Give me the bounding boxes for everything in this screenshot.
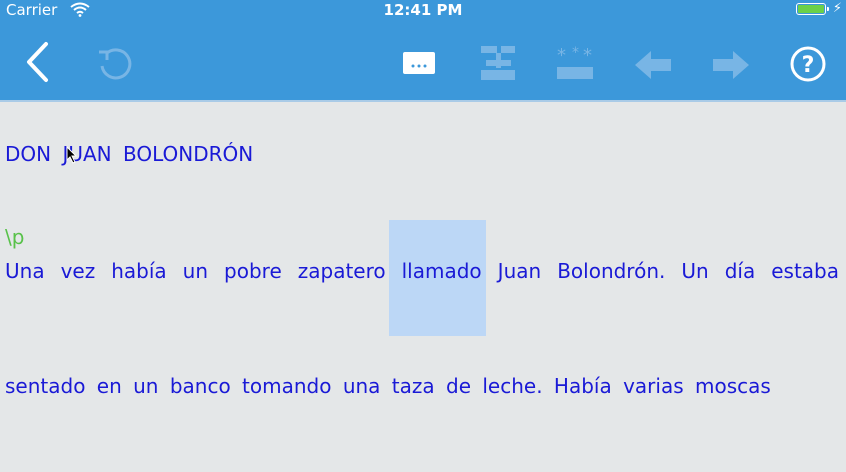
status-time: 12:41 PM xyxy=(383,1,463,19)
word[interactable]: había xyxy=(111,259,166,283)
chevron-left-icon[interactable] xyxy=(24,41,50,83)
document-line-1: Una vez había un pobre zapatero llamado Juan Bol… xyxy=(5,259,839,283)
charging-bolt-icon: ⚡ xyxy=(832,1,842,16)
tree-structure-icon[interactable] xyxy=(478,44,518,82)
paragraph-marker: \p xyxy=(5,225,25,249)
ellipsis-box-icon[interactable] xyxy=(402,51,436,75)
document-line-2: sentado en un banco tomando una taza de … xyxy=(5,374,771,398)
word[interactable]: Bolondrón. xyxy=(557,259,665,283)
word[interactable]: Una xyxy=(5,259,45,283)
svg-text:*: * xyxy=(557,45,566,66)
document-title-line: DON JUAN BOLONDRÓN xyxy=(5,142,254,166)
battery-level xyxy=(798,5,824,13)
word[interactable]: vez xyxy=(61,259,96,283)
toolbar: * * * ? xyxy=(0,22,846,102)
svg-text:?: ? xyxy=(802,53,815,78)
word[interactable]: Un xyxy=(681,259,708,283)
word[interactable]: pobre xyxy=(224,259,282,283)
arrow-right-icon[interactable] xyxy=(712,50,750,80)
word[interactable]: estaba xyxy=(771,259,839,283)
asterisk-markers-icon[interactable]: * * * xyxy=(555,45,595,81)
mouse-cursor-icon xyxy=(66,146,78,164)
word[interactable]: un xyxy=(183,259,208,283)
battery-icon xyxy=(796,3,829,15)
document-view[interactable]: DON JUAN BOLONDRÓN \p Una vez había un pobre… xyxy=(0,102,846,472)
svg-text:*: * xyxy=(572,45,579,61)
word[interactable]: día xyxy=(725,259,756,283)
help-circle-icon[interactable]: ? xyxy=(789,45,827,83)
word[interactable]: Juan xyxy=(498,259,542,283)
selected-word[interactable]: llamado xyxy=(402,259,482,283)
refresh-icon[interactable] xyxy=(95,44,135,84)
arrow-left-icon[interactable] xyxy=(634,50,672,80)
svg-text:*: * xyxy=(583,45,592,66)
word[interactable]: zapatero xyxy=(298,259,386,283)
status-bar: Carrier 12:41 PM ⚡ xyxy=(0,0,846,22)
